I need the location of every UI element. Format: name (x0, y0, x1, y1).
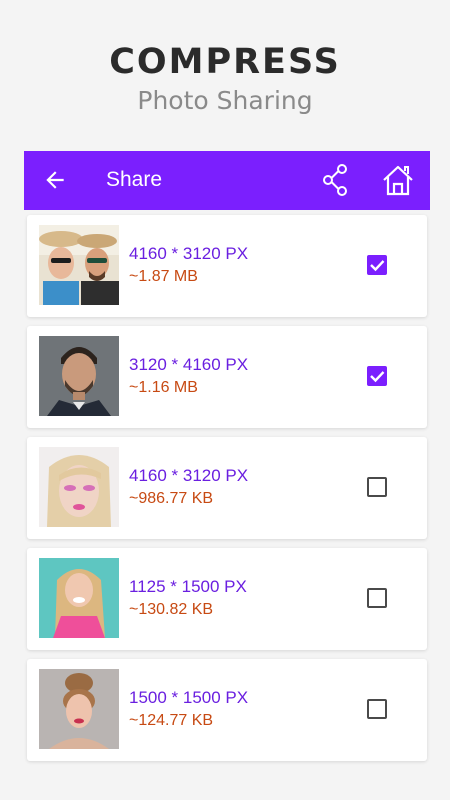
list-item[interactable]: 4160 * 3120 PX ~1.87 MB (27, 215, 427, 317)
image-dimensions: 1125 * 1500 PX (129, 577, 247, 596)
hero-subtitle: Photo Sharing (137, 86, 313, 115)
image-dimensions: 4160 * 3120 PX (129, 466, 249, 485)
app-bar: Share (24, 151, 430, 210)
file-size: ~124.77 KB (129, 712, 214, 729)
image-dimensions: 4160 * 3120 PX (129, 244, 249, 263)
file-size: ~1.16 MB (129, 379, 198, 396)
woman-updo-photo (39, 669, 119, 749)
home-icon[interactable] (381, 163, 415, 197)
file-size: ~1.87 MB (129, 268, 198, 285)
checkbox-unchecked-icon[interactable] (367, 477, 387, 497)
share-icon[interactable] (322, 163, 348, 197)
file-size: ~130.82 KB (129, 601, 214, 618)
checkbox-checked-icon[interactable] (367, 366, 387, 386)
arrow-left-icon[interactable] (42, 167, 68, 193)
man-portrait-photo (39, 336, 119, 416)
image-dimensions: 3120 * 4160 PX (129, 355, 249, 374)
file-size: ~986.77 KB (129, 490, 214, 507)
checkbox-checked-icon[interactable] (367, 255, 387, 275)
list-item[interactable]: 1125 * 1500 PX ~130.82 KB (27, 548, 427, 650)
list-item[interactable]: 3120 * 4160 PX ~1.16 MB (27, 326, 427, 428)
woman-pink-top-photo (39, 558, 119, 638)
checkbox-unchecked-icon[interactable] (367, 588, 387, 608)
image-dimensions: 1500 * 1500 PX (129, 688, 249, 707)
page-title: Share (106, 168, 163, 191)
couple-hats-photo (39, 225, 119, 305)
list-item[interactable]: 1500 * 1500 PX ~124.77 KB (27, 659, 427, 761)
checkbox-unchecked-icon[interactable] (367, 699, 387, 719)
hero-title: COMPRESS (109, 42, 341, 82)
woman-makeup-photo (39, 447, 119, 527)
list-item[interactable]: 4160 * 3120 PX ~986.77 KB (27, 437, 427, 539)
